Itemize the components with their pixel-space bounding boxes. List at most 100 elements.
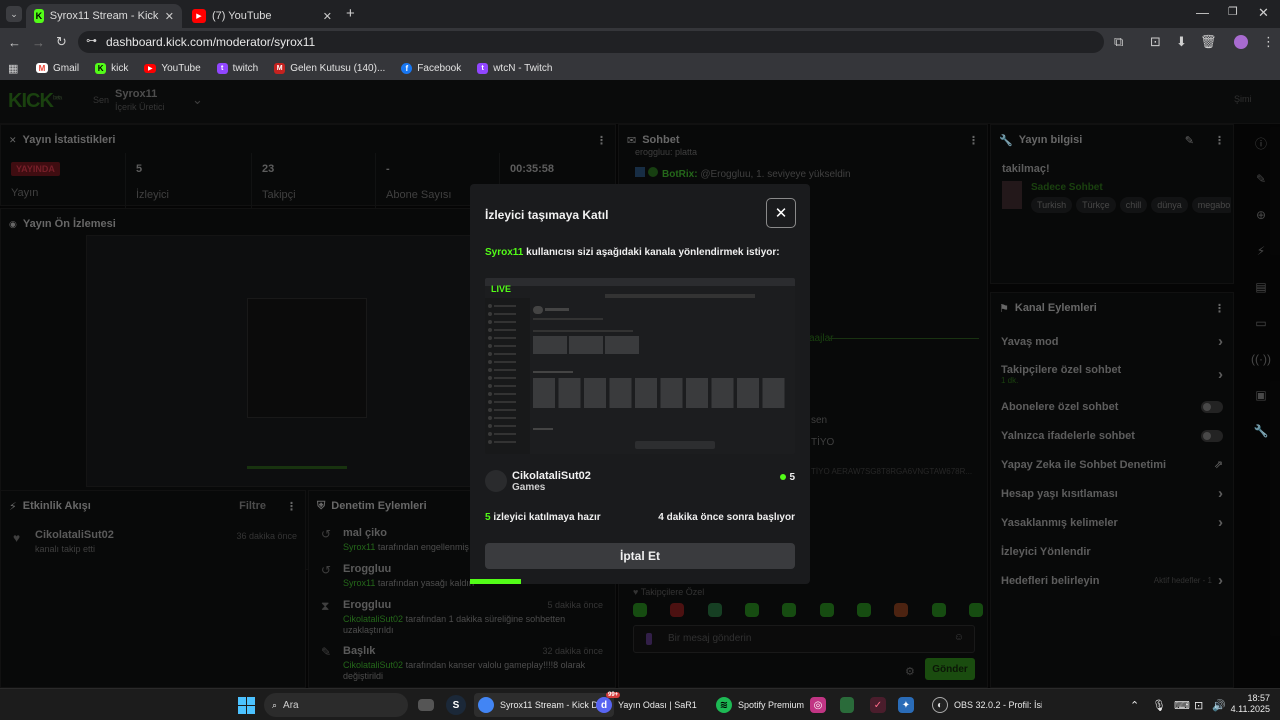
instagram-icon: ◎ — [810, 697, 826, 713]
instagram-button[interactable]: ◎ — [810, 693, 826, 717]
tab-close-icon[interactable]: ✕ — [165, 10, 174, 23]
new-tab-button[interactable]: + — [346, 5, 355, 22]
live-badge: LIVE — [491, 284, 512, 294]
steam-button[interactable]: S — [446, 693, 466, 717]
taskbar-obs[interactable]: ◐ OBS 32.0.2 - Profil: İsims — [932, 693, 1044, 717]
preview-category-tile — [635, 378, 657, 408]
preview-tile — [533, 336, 567, 354]
preview-sidebar-line — [494, 425, 516, 427]
minimize-icon[interactable]: — — [1196, 5, 1209, 20]
close-button[interactable]: ✕ — [766, 198, 796, 228]
twitch-icon: t — [477, 62, 489, 74]
bookmark-facebook[interactable]: f Facebook — [401, 62, 461, 74]
preview-sidebar-avatar — [488, 424, 492, 428]
preview-screenshot — [485, 278, 795, 454]
clock-date: 4.11.2025 — [1230, 704, 1270, 714]
tab-kick-dashboard[interactable]: K Syrox11 Stream - Kick Dashboa ✕ — [26, 4, 182, 28]
preview-category-tile — [711, 378, 734, 408]
taskbar-discord[interactable]: d 99+ Yayın Odası | SaR1 — [596, 692, 706, 717]
bookmark-twitch[interactable]: t twitch — [216, 62, 258, 74]
app-button[interactable]: ✦ — [898, 693, 914, 717]
bookmark-kick[interactable]: Kkick — [95, 62, 129, 74]
apps-grid-icon[interactable]: ▦ — [8, 62, 18, 75]
preview-sidebar-line — [494, 313, 516, 315]
taskbar-spotify[interactable]: ≋ Spotify Premium — [716, 693, 806, 717]
bookmark-inbox[interactable]: M Gelen Kutusu (140)... — [274, 62, 385, 74]
folder-icon — [418, 699, 434, 711]
volume-icon[interactable]: 🔊 — [1212, 693, 1226, 717]
address-bar[interactable]: ⊶ dashboard.kick.com/moderator/syrox11 — [78, 31, 1104, 53]
ready-status: 5 izleyici katılmaya hazır — [485, 512, 601, 523]
bookmark-label: kick — [111, 62, 129, 74]
preview-sidebar-avatar — [488, 384, 492, 388]
restore-icon[interactable]: ❐ — [1228, 5, 1238, 18]
discord-icon: d 99+ — [596, 692, 621, 713]
viewer-count-value: 5 — [789, 472, 795, 483]
preview-sidebar-avatar — [488, 304, 492, 308]
tab-label: Syrox11 Stream - Kick Dashboa — [49, 10, 159, 22]
bookmark-youtube[interactable]: ▶ YouTube — [144, 62, 201, 74]
preview-sidebar-avatar — [488, 368, 492, 372]
preview-sidebar-line — [494, 361, 516, 363]
tab-search-icon[interactable]: ⌄ — [6, 6, 22, 22]
bookmark-label: Gmail — [53, 62, 80, 74]
redirect-user: Syrox11 — [485, 247, 524, 258]
taskbar-chrome[interactable]: Syrox11 Stream - Kick Da — [474, 693, 614, 717]
forward-icon[interactable]: → — [32, 35, 45, 50]
preview-sidebar-avatar — [488, 432, 492, 436]
clock[interactable]: 18:57 4.11.2025 — [1230, 693, 1270, 717]
preview-sidebar-line — [494, 369, 516, 371]
tray-overflow[interactable]: ⌃ — [1130, 693, 1139, 717]
kick-icon: K — [95, 62, 107, 74]
downloads-icon[interactable]: ⬇ — [1176, 34, 1187, 50]
file-explorer-button[interactable] — [418, 693, 434, 717]
menu-kebab-icon[interactable]: ⋮ — [1262, 34, 1275, 50]
back-icon[interactable]: ← — [8, 35, 21, 50]
preview-sidebar-avatar — [488, 312, 492, 316]
display-icon[interactable]: ⊡ — [1194, 693, 1203, 717]
app-button[interactable]: ✓ — [870, 693, 886, 717]
start-countdown: 4 dakika önce sonra başlıyor — [658, 512, 795, 523]
microphone-icon[interactable]: 🎙 — [1152, 693, 1166, 717]
bookmark-label: YouTube — [161, 62, 201, 74]
tab-youtube[interactable]: ▶ (7) YouTube ✕ — [184, 4, 340, 28]
preview-category-tile — [686, 378, 708, 408]
windows-taskbar: ⌕ Ara S Syrox11 Stream - Kick Da d 99+ Yayı… — [0, 688, 1280, 720]
preview-sidebar-line — [494, 393, 516, 395]
window-close-icon[interactable]: ✕ — [1258, 5, 1269, 21]
preview-sidebar-line — [494, 377, 516, 379]
reload-icon[interactable]: ↻ — [56, 34, 67, 50]
trash-icon[interactable]: 🗑 — [1200, 34, 1217, 50]
preview-sidebar-avatar — [488, 416, 492, 420]
preview-sidebar-line — [494, 409, 516, 411]
taskbar-search[interactable]: ⌕ Ara — [264, 693, 408, 717]
kick-favicon-icon: K — [34, 9, 44, 23]
ready-text: izleyici katılmaya hazır — [490, 512, 601, 523]
cancel-button[interactable]: İptal Et — [485, 543, 795, 569]
start-button[interactable] — [238, 693, 255, 717]
app-icon: ✓ — [870, 697, 886, 713]
gmail-icon: M — [36, 63, 48, 73]
target-channel-avatar — [485, 470, 507, 492]
app-button[interactable] — [840, 693, 854, 717]
extensions-icon[interactable]: ⧉ — [1114, 34, 1123, 50]
target-channel-name[interactable]: CikolataliSut02 — [512, 470, 591, 482]
preview-sidebar-avatar — [488, 344, 492, 348]
preview-sidebar-avatar — [488, 360, 492, 364]
bookmark-label: wtcN - Twitch — [493, 62, 553, 74]
tab-close-icon[interactable]: ✕ — [323, 10, 332, 23]
clock-time: 18:57 — [1247, 693, 1270, 703]
chrome-icon — [478, 697, 494, 713]
preview-sidebar-line — [494, 417, 516, 419]
site-info-icon[interactable]: ⊶ — [86, 34, 97, 47]
tab-label: (7) YouTube — [212, 10, 272, 22]
live-dot-icon — [780, 474, 787, 480]
profile-avatar[interactable] — [1234, 35, 1248, 49]
modal-title: İzleyici taşımaya Katıl — [485, 208, 609, 222]
bookmark-wtcn-twitch[interactable]: t wtcN - Twitch — [477, 62, 553, 74]
bookmark-gmail[interactable]: M Gmail — [36, 63, 79, 74]
preview-tile — [605, 336, 639, 354]
twitch-icon: t — [216, 62, 228, 74]
keyboard-icon[interactable]: ⌨ — [1174, 693, 1190, 717]
cast-icon[interactable]: ⊡ — [1150, 34, 1161, 50]
